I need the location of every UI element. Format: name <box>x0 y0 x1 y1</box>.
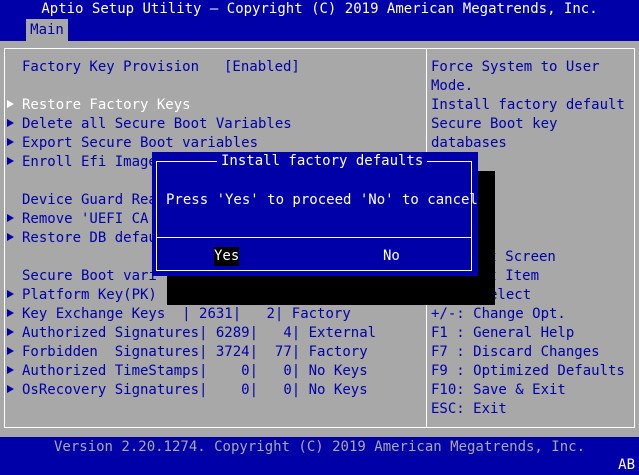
key-hint-discard: F7 : Discard Changes <box>431 344 600 360</box>
row-source: Factory <box>308 344 368 360</box>
row-name: Key Exchange Keys <box>22 306 183 322</box>
submenu-arrow-icon <box>7 290 14 298</box>
key-hint-select: elect <box>489 287 532 303</box>
menu-item-restore-db[interactable]: Restore DB defau <box>22 229 157 248</box>
table-row[interactable]: Authorized Signatures| 6289| 4| External <box>22 324 376 343</box>
dialog-message: Press 'Yes' to proceed 'No' to cancel <box>166 192 478 208</box>
key-hint-esc: ESC: Exit <box>431 401 507 417</box>
key-hint-change: +/-: Change Opt. <box>431 306 566 322</box>
help-line: Install factory default <box>431 97 625 113</box>
submenu-arrow-icon <box>7 328 14 336</box>
table-row[interactable]: Forbidden Signatures| 3724| 77| Factory <box>22 343 368 362</box>
yes-button[interactable]: Yes <box>214 247 240 266</box>
submenu-arrow-icon <box>7 119 14 127</box>
submenu-arrow-icon <box>7 100 14 108</box>
dialog-title: Install factory defaults <box>217 152 428 171</box>
row-name: Forbidden Signatures <box>22 344 200 360</box>
row-source: No Keys <box>308 382 368 398</box>
menu-item-remove-uefi[interactable]: Remove 'UEFI CA' <box>22 210 157 229</box>
menu-item-delete-all[interactable]: Delete all Secure Boot Variables <box>22 115 292 134</box>
app-title: Aptio Setup Utility – Copyright (C) 2019… <box>41 1 598 17</box>
row-source: No Keys <box>308 363 368 379</box>
row-name: OsRecovery Signatures <box>22 382 200 398</box>
table-row[interactable]: OsRecovery Signatures| 0| 0| No Keys <box>22 381 368 400</box>
factory-key-label: Factory Key Provision <box>22 59 200 75</box>
row-source: Factory <box>291 306 351 322</box>
table-row[interactable]: Authorized TimeStamps| 0| 0| No Keys <box>22 362 368 381</box>
secure-boot-vars-label: Secure Boot vari <box>22 268 157 284</box>
table-row[interactable]: Key Exchange Keys | 2631| 2| Factory <box>22 305 351 324</box>
help-line: Secure Boot key <box>431 116 558 132</box>
row-count: 4 <box>258 325 292 341</box>
dialog-border <box>156 161 472 271</box>
row-size: 0 <box>207 363 250 379</box>
menu-item-export[interactable]: Export Secure Boot variables <box>22 134 258 153</box>
footer-tag: AB <box>618 457 635 473</box>
row-count: 2 <box>241 306 275 322</box>
row-count: 0 <box>258 382 292 398</box>
device-guard-label: Device Guard Rea <box>22 192 157 208</box>
row-name: Authorized Signatures <box>22 325 200 341</box>
row-size: 3724 <box>207 344 250 360</box>
submenu-arrow-icon <box>7 157 14 165</box>
footer-version: Version 2.20.1274. Copyright (C) 2019 Am… <box>53 439 585 455</box>
row-size: 2631 <box>190 306 233 322</box>
no-button[interactable]: No <box>383 247 400 266</box>
confirm-dialog: Install factory defaults Press 'Yes' to … <box>152 152 478 276</box>
submenu-arrow-icon <box>7 385 14 393</box>
submenu-arrow-icon <box>7 366 14 374</box>
row-name: Authorized TimeStamps <box>22 363 200 379</box>
row-size: 0 <box>207 382 250 398</box>
help-line: Mode. <box>431 78 474 94</box>
row-count: 0 <box>258 363 292 379</box>
tab-main[interactable]: Main <box>26 19 68 41</box>
menu-item-enroll[interactable]: Enroll Efi Image <box>22 153 157 172</box>
row-size: 6289 <box>207 325 250 341</box>
dialog-separator <box>156 237 472 238</box>
submenu-arrow-icon <box>7 214 14 222</box>
key-hint-general-help: F1 : General Help <box>431 325 575 341</box>
submenu-arrow-icon <box>7 233 14 241</box>
submenu-arrow-icon <box>7 138 14 146</box>
key-hint-optimized: F9 : Optimized Defaults <box>431 363 625 379</box>
help-line: databases <box>431 135 507 151</box>
menu-item-restore-factory-keys[interactable]: Restore Factory Keys <box>22 96 191 115</box>
key-hint-save-exit: F10: Save & Exit <box>431 382 566 398</box>
menu-item-platform-key[interactable]: Platform Key(PK) <box>22 286 157 305</box>
row-source: External <box>308 325 377 341</box>
row-count: 77 <box>258 344 292 360</box>
factory-key-value[interactable]: [Enabled] <box>224 58 300 77</box>
submenu-arrow-icon <box>7 309 14 317</box>
help-line: Force System to User <box>431 59 600 75</box>
submenu-arrow-icon <box>7 347 14 355</box>
